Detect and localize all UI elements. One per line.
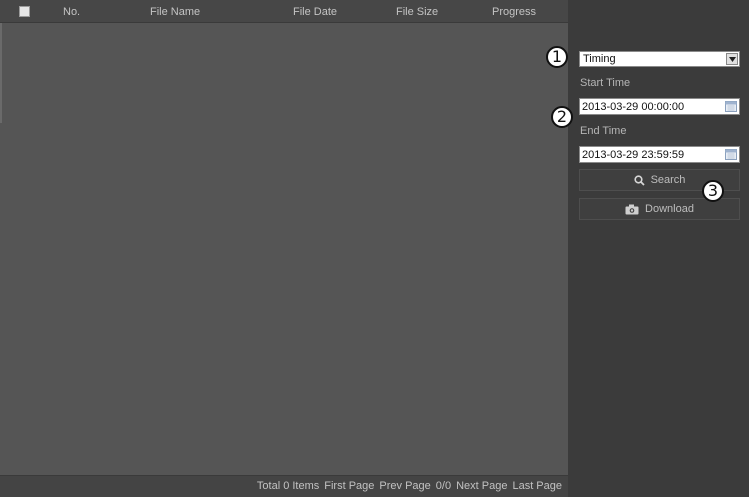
callout-2: 2 [551,106,573,128]
select-all-checkbox[interactable] [19,6,30,17]
page-indicator: 0/0 [435,480,452,492]
camera-icon [625,204,639,214]
total-items-text: Total 0 Items [256,480,320,492]
calendar-icon[interactable] [725,101,737,112]
callout-1: 1 [546,46,568,68]
next-page-link[interactable]: Next Page [456,480,507,492]
last-page-link[interactable]: Last Page [512,480,562,492]
search-icon [633,174,645,186]
end-time-value: 2013-03-29 23:59:59 [582,149,685,161]
end-time-field[interactable]: 2013-03-29 23:59:59 [579,146,740,163]
search-mode-value: Timing [583,53,616,65]
calendar-icon[interactable] [725,149,737,160]
column-header-no[interactable]: No. [63,6,80,18]
table-header: No. File Name File Date File Size Progre… [0,0,568,23]
download-button-label: Download [645,203,694,215]
search-panel: Timing Start Time 2013-03-29 00:00:00 En… [569,0,749,497]
first-page-link[interactable]: First Page [324,480,374,492]
column-header-file-date[interactable]: File Date [293,6,337,18]
file-list-panel: No. File Name File Date File Size Progre… [0,0,568,497]
pagination-bar: Total 0 Items First Page Prev Page 0/0 N… [0,475,568,497]
callout-3: 3 [702,180,724,202]
search-mode-select[interactable]: Timing [579,51,740,67]
column-header-file-size[interactable]: File Size [396,6,438,18]
prev-page-link[interactable]: Prev Page [379,480,430,492]
start-time-value: 2013-03-29 00:00:00 [582,101,685,113]
column-header-progress[interactable]: Progress [492,6,536,18]
column-header-file-name[interactable]: File Name [150,6,200,18]
table-body [0,23,568,475]
table-left-border [0,23,2,123]
start-time-field[interactable]: 2013-03-29 00:00:00 [579,98,740,115]
start-time-label: Start Time [580,77,631,89]
search-button-label: Search [650,174,686,186]
end-time-label: End Time [580,125,627,137]
dropdown-arrow-icon[interactable] [726,53,738,65]
